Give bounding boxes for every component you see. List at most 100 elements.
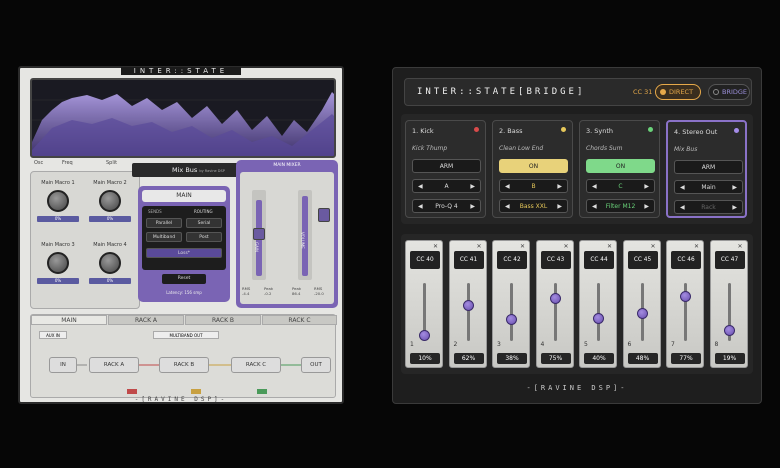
close-icon[interactable]: ✕ xyxy=(563,243,568,250)
slot-plugin-selector[interactable]: ◀ Filter M12 ▶ xyxy=(586,199,655,213)
slot-mode-selector[interactable]: ◀ B ▶ xyxy=(499,179,568,193)
slot-card[interactable]: 2. Bass Clean Low End ON ◀ B ▶ ◀ Bass XXL ▶ xyxy=(492,120,573,218)
cc-label[interactable]: CC 41 xyxy=(453,251,484,269)
fader-thumb[interactable] xyxy=(462,300,474,312)
volume-fader-handle[interactable] xyxy=(318,208,330,222)
cc-label[interactable]: CC 42 xyxy=(497,251,527,269)
fader-thumb[interactable] xyxy=(506,313,517,325)
plugin-title: INTER::STATE xyxy=(121,67,241,75)
right-arrow-icon[interactable]: ▶ xyxy=(732,204,737,211)
close-icon[interactable]: ✕ xyxy=(607,243,612,250)
fader-track[interactable] xyxy=(510,283,513,341)
close-icon[interactable]: ✕ xyxy=(737,243,742,250)
slot-arm-button[interactable]: ARM xyxy=(412,159,481,173)
slot-mode-selector[interactable]: ◀ C ▶ xyxy=(586,179,655,193)
slot-arm-button[interactable]: ON xyxy=(586,159,655,173)
fader-thumb[interactable] xyxy=(636,308,648,320)
right-arrow-icon[interactable]: ▶ xyxy=(557,203,562,210)
right-arrow-icon[interactable]: ▶ xyxy=(470,183,475,190)
fader-thumb[interactable] xyxy=(419,330,430,342)
left-arrow-icon[interactable]: ◀ xyxy=(418,203,423,210)
serial-button[interactable]: Serial xyxy=(186,218,222,228)
mix-bus-credit: by Ravine DSP xyxy=(199,169,225,173)
slot-arm-button[interactable]: ARM xyxy=(674,160,743,174)
macro-3-knob[interactable] xyxy=(47,252,69,274)
right-arrow-icon[interactable]: ▶ xyxy=(732,184,737,191)
macro-2-knob[interactable] xyxy=(99,190,121,212)
parallel-button[interactable]: Parallel xyxy=(146,218,182,228)
right-arrow-icon[interactable]: ▶ xyxy=(470,203,475,210)
bridge-toggle[interactable]: BRIDGE xyxy=(708,84,750,100)
close-icon[interactable]: ✕ xyxy=(694,243,699,250)
fader-track[interactable] xyxy=(466,283,470,341)
left-arrow-icon[interactable]: ◀ xyxy=(592,203,597,210)
spectrum-graph xyxy=(32,92,334,156)
cc-label[interactable]: CC 40 xyxy=(410,251,440,269)
fader-thumb[interactable] xyxy=(549,292,561,304)
main-panel-title: MAIN xyxy=(142,190,226,202)
close-icon[interactable]: ✕ xyxy=(476,243,481,250)
right-arrow-icon[interactable]: ▶ xyxy=(644,183,649,190)
close-icon[interactable]: ✕ xyxy=(520,243,525,250)
chain-in-node[interactable]: IN xyxy=(49,357,77,373)
fader-index: 2 xyxy=(453,341,458,348)
slot-led-icon xyxy=(474,127,479,132)
loss-button[interactable]: Loss* xyxy=(146,248,222,258)
right-arrow-icon[interactable]: ▶ xyxy=(644,203,649,210)
close-icon[interactable]: ✕ xyxy=(433,243,438,250)
reset-button[interactable]: Reset xyxy=(162,274,206,284)
cc-label[interactable]: CC 43 xyxy=(540,251,571,269)
left-arrow-icon[interactable]: ◀ xyxy=(592,183,597,190)
left-arrow-icon[interactable]: ◀ xyxy=(418,183,423,190)
post-button[interactable]: Post xyxy=(186,232,222,242)
chain-rack-b-node[interactable]: RACK B xyxy=(159,357,209,373)
fader-track[interactable] xyxy=(553,283,557,341)
slot-mode-selector[interactable]: ◀ Main ▶ xyxy=(674,180,743,194)
left-arrow-icon[interactable]: ◀ xyxy=(505,203,510,210)
direct-toggle[interactable]: DIRECT xyxy=(655,84,701,100)
chain-rack-c-node[interactable]: RACK C xyxy=(231,357,281,373)
left-arrow-icon[interactable]: ◀ xyxy=(680,204,685,211)
multiband-button[interactable]: Multiband xyxy=(146,232,182,242)
spectrum-display[interactable] xyxy=(30,78,336,158)
macro-4-knob[interactable] xyxy=(99,252,121,274)
mix-bus-header: Mix Bus by Ravine DSP xyxy=(132,163,248,177)
direct-label: DIRECT xyxy=(669,88,694,96)
cc-label[interactable]: CC 45 xyxy=(627,251,658,269)
close-icon[interactable]: ✕ xyxy=(650,243,655,250)
routing-label: ROUTING xyxy=(194,209,213,214)
fader-thumb[interactable] xyxy=(593,312,604,324)
slot-card[interactable]: 4. Stereo Out Mix Bus ARM ◀ Main ▶ ◀ Rack ▶ xyxy=(666,120,747,218)
spectrum-osc-option[interactable]: Osc xyxy=(34,160,43,166)
gain-fader-handle[interactable] xyxy=(253,228,265,240)
slot-card[interactable]: 3. Synth Chords Sum ON ◀ C ▶ ◀ Filter M12 ▶ xyxy=(579,120,660,218)
chain-rack-a-node[interactable]: RACK A xyxy=(89,357,139,373)
slot-arm-button[interactable]: ON xyxy=(499,159,568,173)
slot-mode-selector[interactable]: ◀ A ▶ xyxy=(412,179,481,193)
macro-1-knob[interactable] xyxy=(47,190,69,212)
fader-thumb[interactable] xyxy=(680,291,691,303)
left-arrow-icon[interactable]: ◀ xyxy=(505,183,510,190)
chain-out-node[interactable]: OUT xyxy=(301,357,331,373)
slot-plugin-selector[interactable]: ◀ Bass XXL ▶ xyxy=(499,199,568,213)
slot-card[interactable]: 1. Kick Kick Thump ARM ◀ A ▶ ◀ Pro-Q 4 ▶ xyxy=(405,120,486,218)
cc-number: CC 31 xyxy=(633,88,653,96)
slot-plugin-selector[interactable]: ◀ Rack ▶ xyxy=(674,200,743,214)
right-arrow-icon[interactable]: ▶ xyxy=(557,183,562,190)
slot-plugin-selector[interactable]: ◀ Pro-Q 4 ▶ xyxy=(412,199,481,213)
gain-fader-track[interactable] xyxy=(252,190,266,280)
cc-label[interactable]: CC 46 xyxy=(671,251,701,269)
direct-led-icon xyxy=(660,89,666,95)
cc-fader-strip: ✕ CC 40 1 10% xyxy=(405,240,443,368)
cc-label[interactable]: CC 44 xyxy=(584,251,614,269)
left-arrow-icon[interactable]: ◀ xyxy=(680,184,685,191)
spectrum-split-option[interactable]: Split xyxy=(106,160,117,166)
macro-value: 0% xyxy=(89,216,131,222)
cc-label[interactable]: CC 47 xyxy=(714,251,745,269)
cc-fader-strip: ✕ CC 45 6 48% xyxy=(622,240,661,368)
slot-led-icon xyxy=(648,127,653,132)
rack-a-indicator xyxy=(127,389,137,394)
slot-plugin-value: Bass XXL xyxy=(519,202,548,210)
spectrum-freq-option[interactable]: Freq xyxy=(62,160,73,166)
fader-thumb[interactable] xyxy=(723,324,735,336)
